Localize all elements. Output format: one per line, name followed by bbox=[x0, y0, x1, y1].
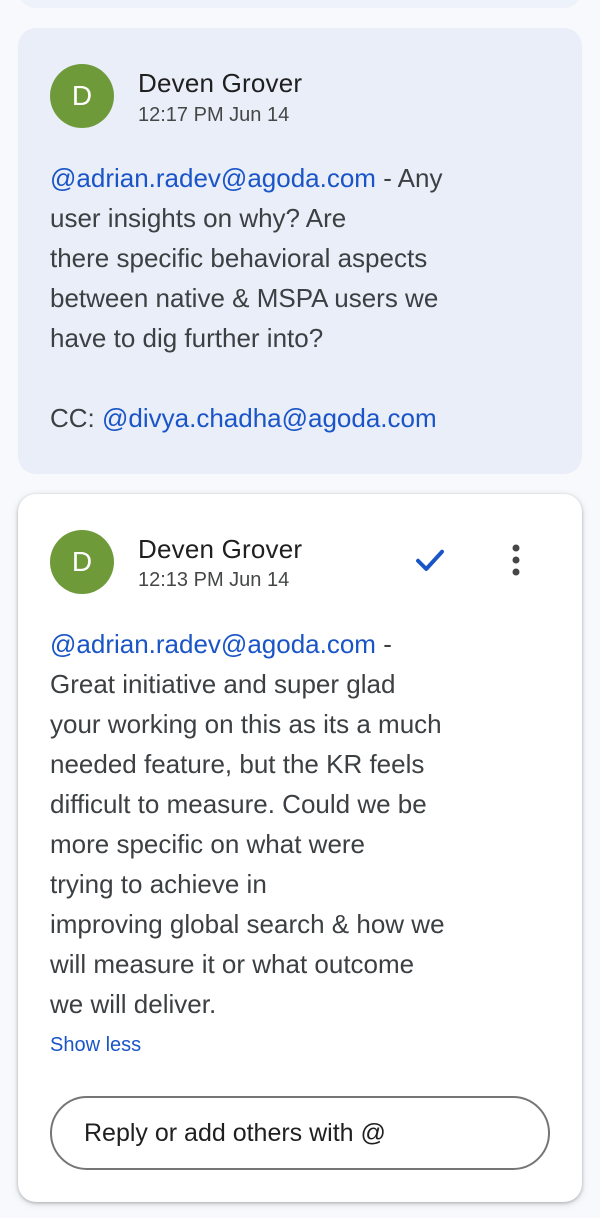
comment-text: - Great initiative and super glad your w… bbox=[50, 629, 445, 1019]
avatar: D bbox=[50, 530, 114, 594]
reply-placeholder: Reply or add others with @ bbox=[84, 1118, 386, 1147]
comment-timestamp: 12:17 PM Jun 14 bbox=[138, 104, 290, 126]
mention-link[interactable]: @adrian.radev@agoda.com bbox=[50, 163, 376, 193]
mention-link[interactable]: @adrian.radev@agoda.com bbox=[50, 629, 376, 659]
cc-mention-link[interactable]: @divya.chadha@agoda.com bbox=[102, 403, 437, 433]
checkmark-icon bbox=[416, 549, 444, 571]
comment-body: @adrian.radev@agoda.com - Any user insig… bbox=[50, 158, 530, 438]
comment-text: - Any user insights on why? Are there sp… bbox=[50, 163, 443, 433]
comment-body: @adrian.radev@agoda.com - Great initiati… bbox=[50, 624, 530, 1024]
comment-card-focused[interactable]: D Deven Grover 12:13 PM Jun 14 @adrian.r… bbox=[18, 494, 582, 1202]
comment-card[interactable]: D Deven Grover 12:17 PM Jun 14 @adrian.r… bbox=[18, 28, 582, 474]
comment-timestamp: 12:13 PM Jun 14 bbox=[138, 569, 290, 591]
previous-comment-card bbox=[18, 0, 582, 8]
resolve-button[interactable] bbox=[406, 536, 454, 584]
show-less-link[interactable]: Show less bbox=[50, 1034, 141, 1057]
comment-author: Deven Grover bbox=[138, 68, 303, 98]
more-vertical-icon bbox=[512, 544, 520, 576]
reply-input[interactable]: Reply or add others with @ bbox=[50, 1096, 550, 1170]
more-options-button[interactable] bbox=[492, 536, 540, 584]
avatar: D bbox=[50, 64, 114, 128]
comment-author: Deven Grover bbox=[138, 534, 303, 564]
